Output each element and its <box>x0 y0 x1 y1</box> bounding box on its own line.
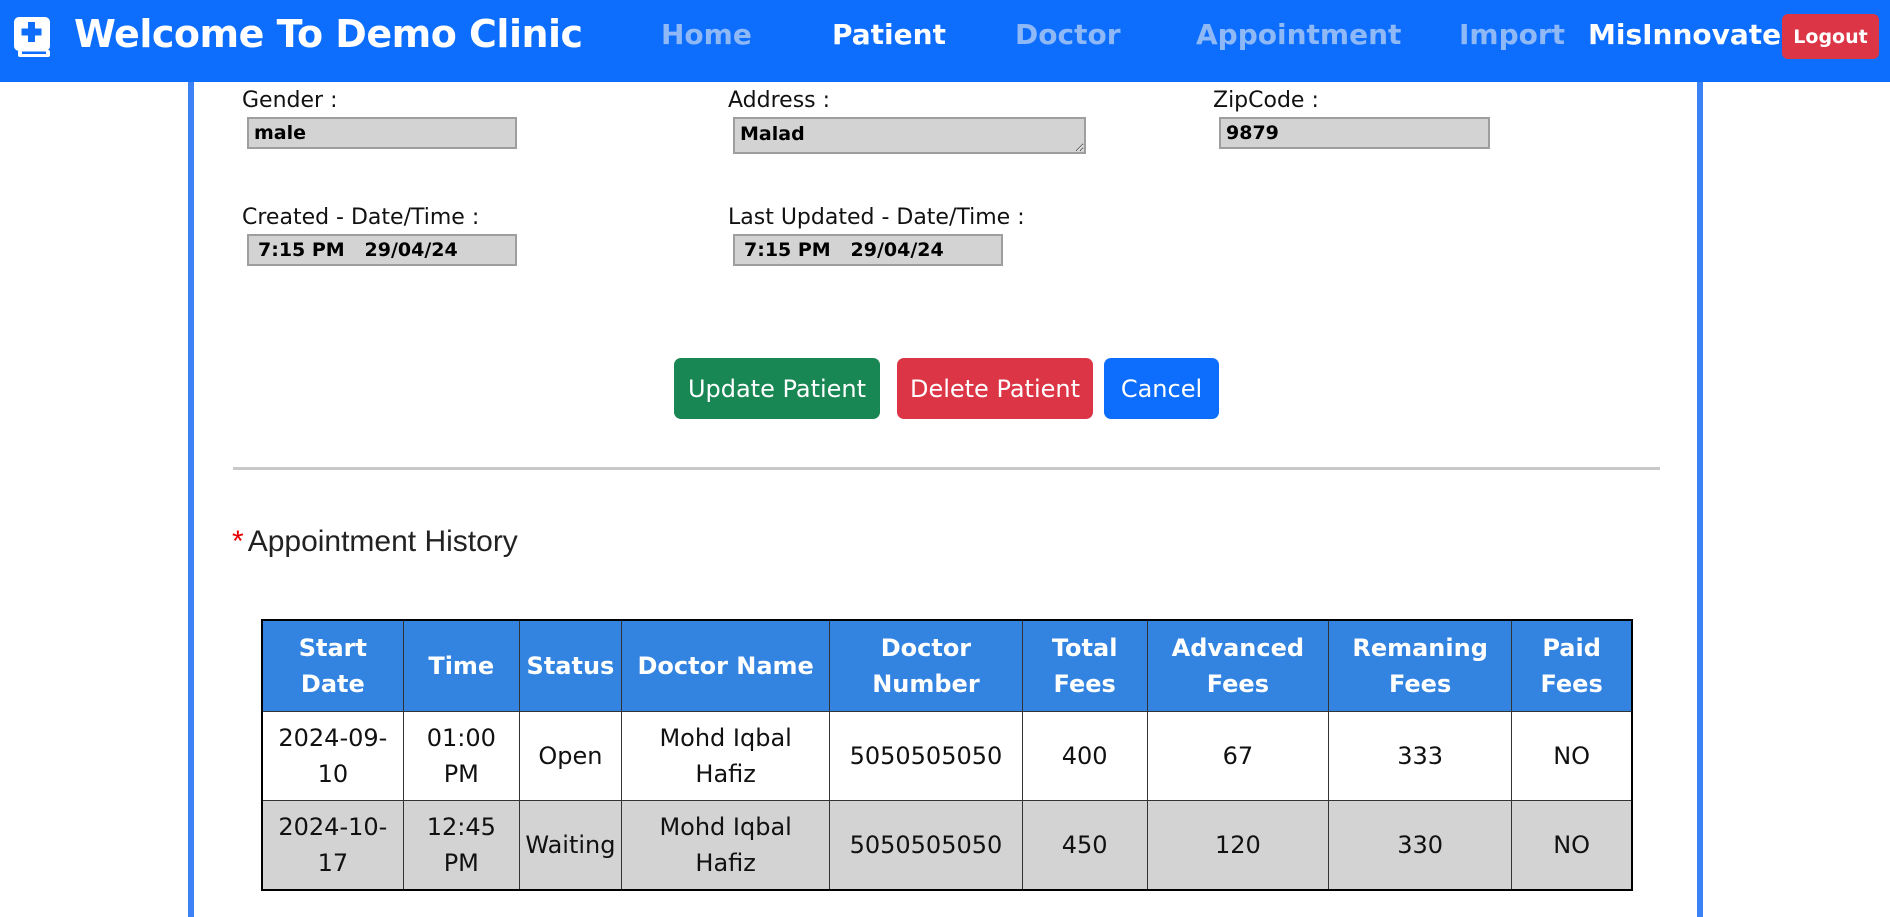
clinic-book-plus-icon <box>14 17 50 57</box>
cell-doctor-number: 5050505050 <box>829 711 1023 801</box>
appointment-history-title-text: Appointment History <box>247 525 518 558</box>
col-header-doctor-number: Doctor Number <box>829 619 1023 712</box>
cell-remaning-fees: 333 <box>1327 711 1513 801</box>
cell-remaning-fees: 330 <box>1327 800 1513 891</box>
zipcode-label: ZipCode : <box>1213 88 1319 113</box>
cell-advanced-fees: 120 <box>1146 800 1329 891</box>
user-name: MisInnovate <box>1588 18 1782 51</box>
nav-import[interactable]: Import <box>1459 18 1565 51</box>
col-header-time: Time <box>402 619 520 712</box>
col-header-remaning-fees: Remaning Fees <box>1327 619 1513 712</box>
cell-doctor-number: 5050505050 <box>829 800 1023 891</box>
col-header-total-fees: Total Fees <box>1021 619 1148 712</box>
section-divider <box>233 467 1660 470</box>
created-datetime-label: Created - Date/Time : <box>242 205 480 230</box>
updated-datetime-input[interactable] <box>733 234 1003 266</box>
cell-start-date: 2024-09-10 <box>261 711 404 801</box>
col-header-paid-fees: Paid Fees <box>1511 619 1633 712</box>
cell-status: Open <box>518 711 623 801</box>
nav-appointment[interactable]: Appointment <box>1196 18 1401 51</box>
appointment-history-table: Start Date Time Status Doctor Name Docto… <box>261 619 1633 891</box>
brand-title: Welcome To Demo Clinic <box>74 12 583 56</box>
cell-total-fees: 400 <box>1021 711 1148 801</box>
delete-patient-button[interactable]: Delete Patient <box>897 358 1093 419</box>
cell-time: 01:00 PM <box>402 711 520 801</box>
cell-start-date: 2024-10-17 <box>261 800 404 891</box>
cell-doctor-name: Mohd Iqbal Hafiz <box>620 800 831 891</box>
col-header-start-date: Start Date <box>261 619 404 712</box>
cell-total-fees: 450 <box>1021 800 1148 891</box>
gender-label: Gender : <box>242 88 338 113</box>
cell-advanced-fees: 67 <box>1146 711 1329 801</box>
content-border-right <box>1697 82 1703 917</box>
cell-status: Waiting <box>518 800 623 891</box>
nav-patient[interactable]: Patient <box>832 18 946 51</box>
cancel-button[interactable]: Cancel <box>1104 358 1219 419</box>
appointment-history-title: * Appointment History <box>232 525 518 559</box>
nav-doctor[interactable]: Doctor <box>1015 18 1121 51</box>
table-row: 2024-10-17 12:45 PM Waiting Mohd Iqbal H… <box>261 800 1633 891</box>
logout-button[interactable]: Logout <box>1782 14 1879 59</box>
address-textarea[interactable]: Malad <box>733 117 1086 154</box>
updated-datetime-label: Last Updated - Date/Time : <box>728 205 1025 230</box>
table-header-row: Start Date Time Status Doctor Name Docto… <box>261 619 1633 712</box>
content-border-left <box>188 82 194 917</box>
cell-time: 12:45 PM <box>402 800 520 891</box>
gender-input[interactable] <box>247 117 517 149</box>
required-asterisk: * <box>232 525 244 558</box>
address-label: Address : <box>728 88 831 113</box>
update-patient-button[interactable]: Update Patient <box>674 358 880 419</box>
nav-home[interactable]: Home <box>661 18 752 51</box>
table-row: 2024-09-10 01:00 PM Open Mohd Iqbal Hafi… <box>261 711 1633 801</box>
cell-paid-fees: NO <box>1511 800 1633 891</box>
zipcode-input[interactable] <box>1219 117 1490 149</box>
col-header-status: Status <box>518 619 623 712</box>
cell-doctor-name: Mohd Iqbal Hafiz <box>620 711 831 801</box>
col-header-advanced-fees: Advanced Fees <box>1146 619 1329 712</box>
col-header-doctor-name: Doctor Name <box>620 619 831 712</box>
created-datetime-input[interactable] <box>247 234 517 266</box>
cell-paid-fees: NO <box>1511 711 1633 801</box>
top-navbar: Welcome To Demo Clinic Home Patient Doct… <box>0 0 1890 82</box>
